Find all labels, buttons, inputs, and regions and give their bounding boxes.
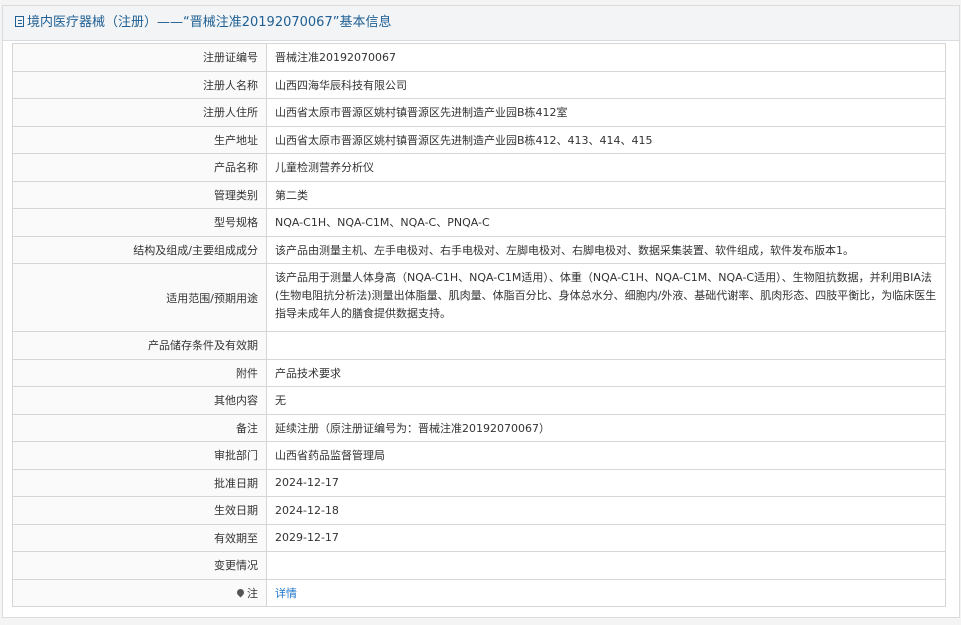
table-row: 管理类别 第二类 <box>12 180 946 209</box>
details-link[interactable]: 详情 <box>275 587 297 600</box>
row-value: NQA-C1H、NQA-C1M、NQA-C、PNQA-C <box>266 208 946 237</box>
row-value: 该产品用于测量人体身高（NQA-C1H、NQA-C1M适用）、体重（NQA-C1… <box>266 263 946 332</box>
row-label: 其他内容 <box>12 386 267 415</box>
row-value <box>266 551 946 580</box>
row-label: 审批部门 <box>12 441 267 470</box>
table-row: 审批部门 山西省药品监督管理局 <box>12 441 946 470</box>
row-label: 附件 <box>12 358 267 387</box>
table-row: 适用范围/预期用途 该产品用于测量人体身高（NQA-C1H、NQA-C1M适用）、… <box>12 263 946 332</box>
row-label: 管理类别 <box>12 180 267 209</box>
row-value: 第二类 <box>266 180 946 209</box>
table-row-note: 注 详情 <box>12 578 946 607</box>
row-label: 产品名称 <box>12 153 267 182</box>
table-row: 备注 延续注册（原注册证编号为：晋械注准20192070067） <box>12 413 946 442</box>
table-row: 生产地址 山西省太原市晋源区姚村镇晋源区先进制造产业园B栋412、413、414、… <box>12 125 946 154</box>
row-label: 注册人住所 <box>12 98 267 127</box>
row-value: 儿童检测营养分析仪 <box>266 153 946 182</box>
table-row: 变更情况 <box>12 551 946 580</box>
table-row: 有效期至 2029-12-17 <box>12 523 946 552</box>
note-label: 注 <box>247 586 258 600</box>
row-value: 山西四海华辰科技有限公司 <box>266 70 946 99</box>
table-row: 产品名称 儿童检测营养分析仪 <box>12 153 946 182</box>
pin-icon <box>235 587 246 598</box>
panel-header: 境内医疗器械（注册）——“晋械注准20192070067”基本信息 <box>3 6 959 41</box>
row-label: 有效期至 <box>12 523 267 552</box>
table-row: 生效日期 2024-12-18 <box>12 496 946 525</box>
note-label-cell: 注 <box>12 578 267 607</box>
table-row: 产品储存条件及有效期 <box>12 331 946 360</box>
row-value <box>266 331 946 360</box>
row-value: 晋械注准20192070067 <box>266 43 946 72</box>
row-value: 该产品由测量主机、左手电极对、右手电极对、左脚电极对、右脚电极对、数据采集装置、… <box>266 235 946 264</box>
row-value: 山西省太原市晋源区姚村镇晋源区先进制造产业园B栋412室 <box>266 98 946 127</box>
row-label: 生产地址 <box>12 125 267 154</box>
row-value: 山西省太原市晋源区姚村镇晋源区先进制造产业园B栋412、413、414、415 <box>266 125 946 154</box>
table-row: 注册人名称 山西四海华辰科技有限公司 <box>12 70 946 99</box>
page-title: 境内医疗器械（注册）——“晋械注准20192070067”基本信息 <box>27 15 392 30</box>
row-value: 延续注册（原注册证编号为：晋械注准20192070067） <box>266 413 946 442</box>
table-row: 结构及组成/主要组成成分 该产品由测量主机、左手电极对、右手电极对、左脚电极对、右… <box>12 235 946 264</box>
table-row: 附件 产品技术要求 <box>12 358 946 387</box>
document-icon <box>15 16 24 27</box>
row-label: 备注 <box>12 413 267 442</box>
row-value: 2024-12-18 <box>266 496 946 525</box>
row-label: 适用范围/预期用途 <box>12 263 267 332</box>
row-label: 产品储存条件及有效期 <box>12 331 267 360</box>
row-label: 生效日期 <box>12 496 267 525</box>
row-value: 无 <box>266 386 946 415</box>
row-label: 注册人名称 <box>12 70 267 99</box>
row-value: 山西省药品监督管理局 <box>266 441 946 470</box>
row-label: 变更情况 <box>12 551 267 580</box>
table-row: 注册人住所 山西省太原市晋源区姚村镇晋源区先进制造产业园B栋412室 <box>12 98 946 127</box>
row-label: 注册证编号 <box>12 43 267 72</box>
table-row: 批准日期 2024-12-17 <box>12 468 946 497</box>
row-value: 2029-12-17 <box>266 523 946 552</box>
row-label: 批准日期 <box>12 468 267 497</box>
table-row: 其他内容无 <box>12 386 946 415</box>
table-row: 注册证编号 晋械注准20192070067 <box>12 43 946 72</box>
row-label: 结构及组成/主要组成成分 <box>12 235 267 264</box>
row-label: 型号规格 <box>12 208 267 237</box>
note-value-cell: 详情 <box>266 578 946 607</box>
table-row: 型号规格 NQA-C1H、NQA-C1M、NQA-C、PNQA-C <box>12 208 946 237</box>
row-value: 产品技术要求 <box>266 358 946 387</box>
info-table: 注册证编号 晋械注准20192070067 注册人名称 山西四海华辰科技有限公司 注… <box>12 43 946 607</box>
row-value: 2024-12-17 <box>266 468 946 497</box>
